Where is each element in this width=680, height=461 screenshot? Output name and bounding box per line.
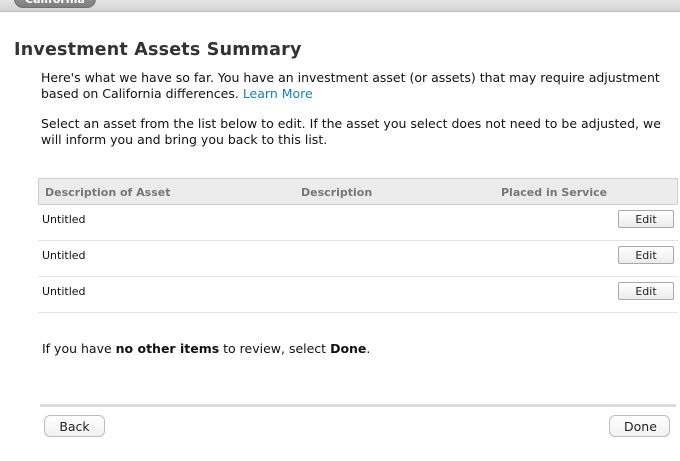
asset-name: Untitled [42,213,86,226]
edit-button[interactable]: Edit [618,282,674,300]
instructions-text: Select an asset from the list below to e… [41,116,661,147]
intro-text-body: Here's what we have so far. You have an … [41,70,660,101]
learn-more-link[interactable]: Learn More [243,86,313,101]
review-prefix: If you have [42,341,116,356]
asset-name: Untitled [42,285,86,298]
table-header: Description of Asset Description Placed … [38,178,678,205]
column-header-asset: Description of Asset [45,186,171,199]
review-suffix: . [366,341,371,356]
column-header-placed-in-service: Placed in Service [501,186,608,199]
review-bold-done: Done [330,341,367,356]
done-button[interactable]: Done [609,415,670,437]
page-title: Investment Assets Summary [14,40,302,60]
review-bold-phrase: no other items [115,341,220,356]
assets-table: Description of Asset Description Placed … [38,178,678,313]
edit-button[interactable]: Edit [618,210,674,228]
asset-name: Untitled [42,249,86,262]
footer-divider [40,404,676,407]
intro-text: Here's what we have so far. You have an … [41,70,671,102]
review-middle: to review, select [219,341,331,356]
table-row: Untitled Edit [38,241,678,277]
state-tab[interactable]: California [14,0,96,8]
back-button[interactable]: Back [44,415,105,437]
column-header-description: Description [301,186,373,199]
top-bar: California [0,0,680,12]
table-row: Untitled Edit [38,205,678,241]
review-note: If you have no other items to review, se… [42,341,370,356]
table-row: Untitled Edit [38,277,678,313]
edit-button[interactable]: Edit [618,246,674,264]
